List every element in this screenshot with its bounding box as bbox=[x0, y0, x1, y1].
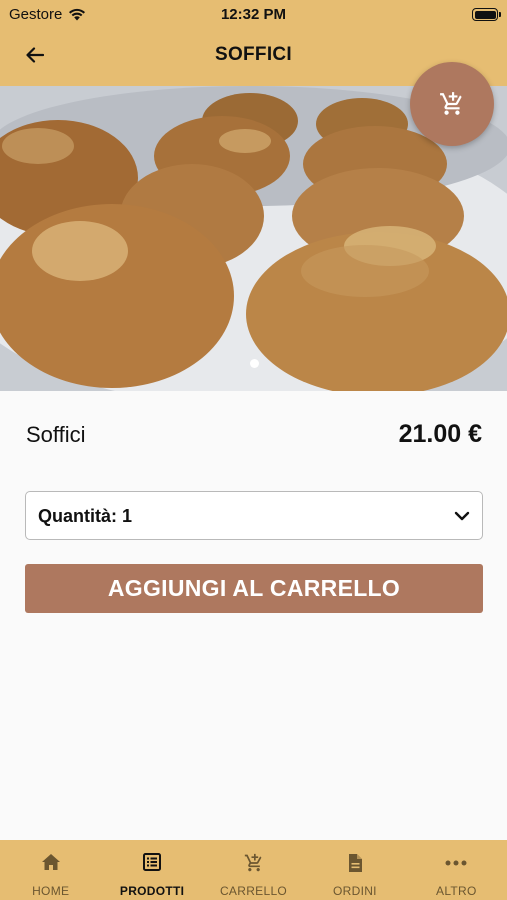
cart-fab-button[interactable] bbox=[410, 62, 494, 146]
page-title: SOFFICI bbox=[214, 44, 293, 65]
status-time: 12:32 PM bbox=[220, 6, 287, 23]
carousel-page-indicator[interactable] bbox=[250, 359, 259, 368]
battery-icon bbox=[472, 8, 501, 21]
bottom-tab-bar: HOME PRODOTTI CARRELLO ORDINI ALTRO bbox=[0, 840, 507, 900]
tab-label: HOME bbox=[32, 884, 70, 898]
tab-carrello[interactable]: CARRELLO bbox=[203, 840, 304, 900]
tab-ordini[interactable]: ORDINI bbox=[304, 840, 405, 900]
cart-icon bbox=[440, 92, 462, 115]
tab-prodotti[interactable]: PRODOTTI bbox=[101, 840, 202, 900]
home-icon bbox=[41, 854, 60, 870]
quantity-select[interactable]: Quantità: 1 bbox=[25, 491, 483, 540]
status-bar: Gestore 12:32 PM bbox=[0, 0, 507, 28]
quantity-value: Quantità: 1 bbox=[38, 506, 133, 526]
tab-label: PRODOTTI bbox=[119, 884, 185, 898]
product-info: Soffici 21.00 € bbox=[26, 420, 482, 452]
tab-label: CARRELLO bbox=[219, 884, 288, 898]
list-icon bbox=[143, 853, 162, 871]
tab-altro[interactable]: ALTRO bbox=[406, 840, 507, 900]
tab-label: ORDINI bbox=[333, 884, 377, 898]
product-name: Soffici bbox=[26, 422, 86, 447]
document-icon bbox=[348, 854, 362, 872]
tab-label: ALTRO bbox=[436, 884, 477, 898]
product-price: 21.00 € bbox=[398, 420, 482, 448]
add-to-cart-button[interactable]: AGGIUNGI AL CARRELLO bbox=[25, 564, 483, 613]
tab-home[interactable]: HOME bbox=[0, 840, 101, 900]
cart-icon bbox=[244, 853, 261, 872]
chevron-down-icon bbox=[454, 511, 470, 521]
more-icon bbox=[445, 860, 467, 866]
